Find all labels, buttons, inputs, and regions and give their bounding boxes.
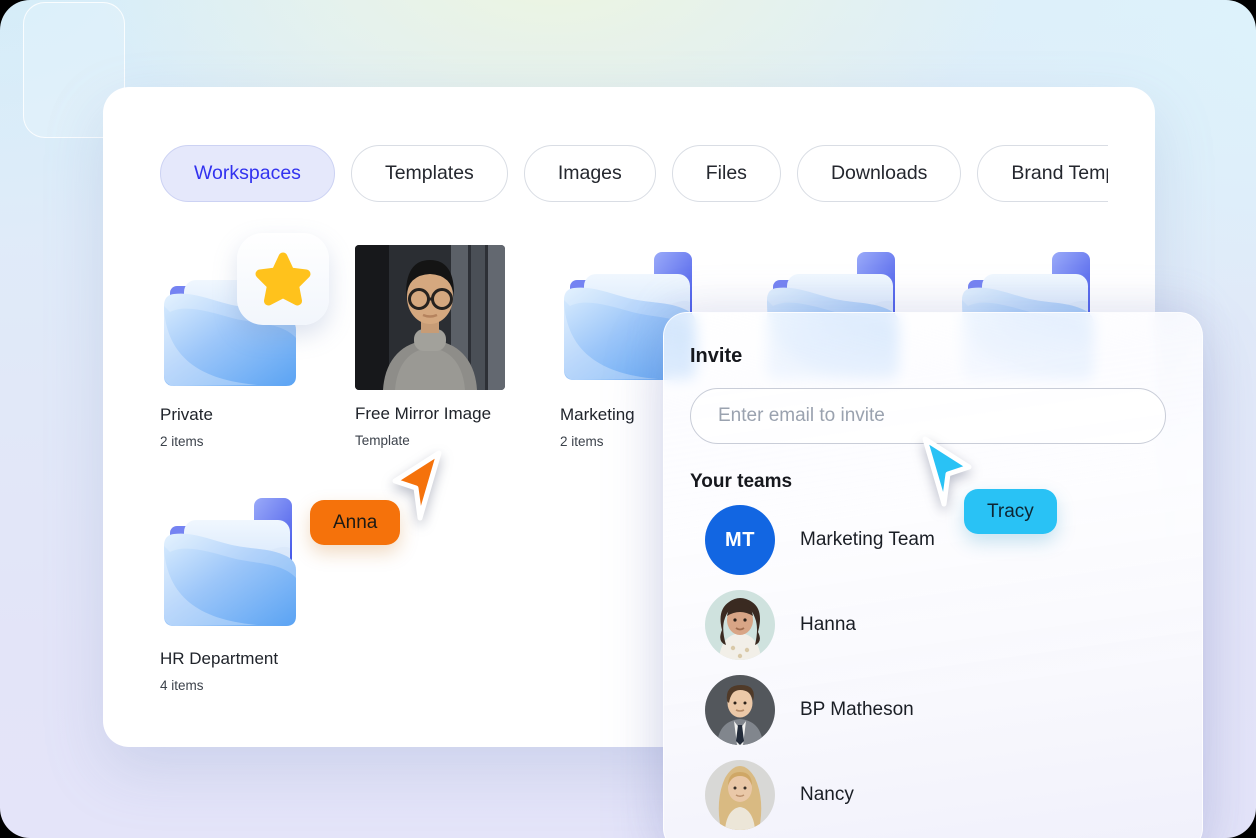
workspace-item-private[interactable]: Private 2 items	[160, 233, 329, 449]
collaborator-cursor-tracy: Tracy	[964, 489, 1057, 534]
category-tab-bar: Workspaces Templates Images Files Downlo…	[160, 145, 1108, 202]
tab-brand-templates[interactable]: Brand Templates	[977, 145, 1108, 202]
item-meta: Template	[355, 433, 410, 448]
team-row-bp-matheson[interactable]: BP Matheson	[705, 675, 1176, 745]
avatar	[705, 590, 775, 660]
avatar	[705, 675, 775, 745]
folder-icon	[164, 498, 296, 626]
collaborator-cursor-anna: Anna	[310, 500, 401, 545]
tab-files[interactable]: Files	[671, 145, 781, 202]
tab-images[interactable]: Images	[523, 145, 656, 202]
star-icon	[255, 252, 311, 306]
member-name: Nancy	[800, 784, 854, 805]
avatar	[705, 760, 775, 830]
item-name: Free Mirror Image	[355, 404, 492, 423]
member-name: Marketing Team	[800, 529, 935, 550]
team-row-marketing-team[interactable]: MT Marketing Team	[705, 505, 1176, 575]
invite-panel-title: Invite	[690, 345, 743, 367]
workspace-item-free-mirror-image[interactable]: Free Mirror Image Template	[355, 245, 515, 448]
tab-workspaces[interactable]: Workspaces	[160, 145, 335, 202]
member-name: BP Matheson	[800, 699, 914, 720]
member-name: Hanna	[800, 614, 856, 635]
avatar: MT	[705, 505, 775, 575]
template-thumbnail-portrait	[355, 245, 505, 390]
team-row-hanna[interactable]: Hanna	[705, 590, 1176, 660]
item-name: Private	[160, 405, 213, 424]
tab-templates[interactable]: Templates	[350, 145, 508, 202]
invite-panel: Invite Your teams MT Marketing Team	[663, 312, 1203, 838]
favorite-badge	[237, 233, 329, 325]
tab-downloads[interactable]: Downloads	[796, 145, 962, 202]
workspace-item-hr-department[interactable]: HR Department 4 items	[160, 490, 320, 693]
team-row-nancy[interactable]: Nancy	[705, 760, 1176, 830]
team-list: MT Marketing Team Hanna BP Matheson Nanc…	[690, 505, 1176, 830]
app-window: Workspaces Templates Images Files Downlo…	[0, 0, 1256, 838]
item-name: HR Department	[160, 649, 279, 668]
item-meta: 4 items	[160, 678, 204, 693]
item-meta: 2 items	[160, 434, 204, 449]
